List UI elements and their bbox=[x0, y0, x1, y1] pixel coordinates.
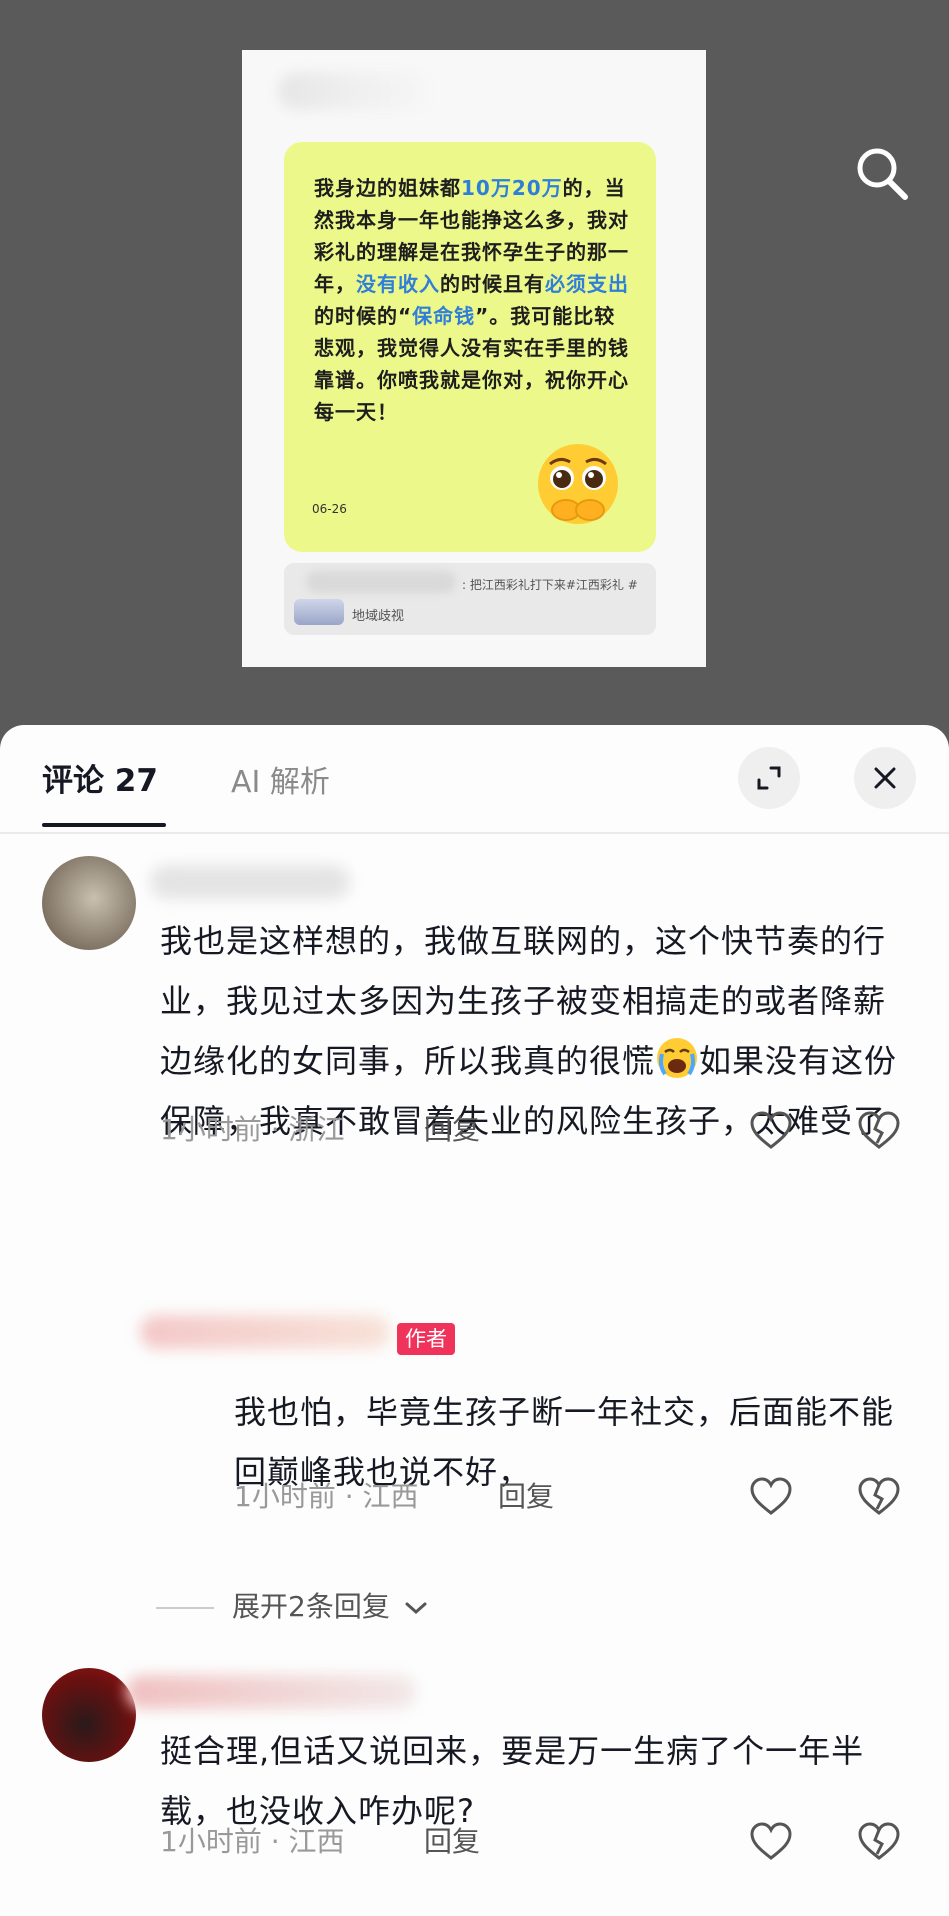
reference-card: : 把江西彩礼打下来#江西彩礼 # 地域歧视 bbox=[284, 563, 656, 635]
reference-tag: 地域歧视 bbox=[352, 609, 405, 624]
expand-replies-label: 展开2条回复 bbox=[232, 1590, 390, 1623]
comment-time: 1小时前 · 江西 bbox=[234, 1480, 419, 1513]
tab-comments[interactable]: 评论 27 bbox=[42, 755, 158, 800]
blurred-username[interactable] bbox=[150, 865, 350, 899]
expand-replies-button[interactable]: 展开2条回复 bbox=[156, 1585, 429, 1625]
dislike-broken-heart-icon[interactable] bbox=[856, 1109, 902, 1151]
avatar[interactable] bbox=[42, 1668, 136, 1762]
post-media[interactable]: 我身边的姐妹都10万20万的，当然我本身一年也能挣这么多，我对彩礼的理解是在我怀… bbox=[0, 0, 949, 730]
search-icon[interactable] bbox=[852, 144, 912, 204]
expand-icon bbox=[757, 766, 781, 790]
like-heart-icon[interactable] bbox=[748, 1820, 794, 1862]
comment-sheet: 评论 27 AI 解析 我也是这样想的，我做互联网的，这个快节奏的行业，我见过太… bbox=[0, 725, 949, 1916]
reply-button[interactable]: 回复 bbox=[424, 1820, 480, 1860]
expand-sheet-button[interactable] bbox=[738, 747, 800, 809]
blurred-username[interactable] bbox=[140, 1315, 390, 1349]
avatar[interactable] bbox=[42, 856, 136, 950]
blurred-reference-name bbox=[306, 571, 456, 593]
chevron-down-icon bbox=[405, 1602, 427, 1615]
like-heart-icon[interactable] bbox=[748, 1475, 794, 1517]
loudly-crying-emoji-icon bbox=[657, 1038, 698, 1078]
dislike-broken-heart-icon[interactable] bbox=[856, 1820, 902, 1862]
comment-time: 1小时前 · 江西 bbox=[160, 1825, 345, 1858]
message-date: 06-26 bbox=[312, 502, 347, 516]
reply-button[interactable]: 回复 bbox=[498, 1475, 554, 1515]
dislike-broken-heart-icon[interactable] bbox=[856, 1475, 902, 1517]
author-badge: 作者 bbox=[397, 1323, 455, 1355]
blurred-username[interactable] bbox=[126, 1675, 416, 1709]
screenshot-card: 我身边的姐妹都10万20万的，当然我本身一年也能挣这么多，我对彩礼的理解是在我怀… bbox=[242, 50, 706, 667]
like-heart-icon[interactable] bbox=[748, 1109, 794, 1151]
expand-line bbox=[156, 1607, 214, 1609]
active-tab-indicator bbox=[42, 823, 166, 827]
message-bubble: 我身边的姐妹都10万20万的，当然我本身一年也能挣这么多，我对彩礼的理解是在我怀… bbox=[284, 142, 656, 552]
reference-thumbnail bbox=[294, 599, 344, 625]
reference-title: : 把江西彩礼打下来#江西彩礼 # bbox=[462, 578, 638, 592]
pleading-face-emoji-icon bbox=[538, 444, 618, 524]
reply-button[interactable]: 回复 bbox=[424, 1108, 480, 1148]
header-divider bbox=[0, 832, 949, 834]
tab-ai-analysis[interactable]: AI 解析 bbox=[231, 757, 330, 801]
message-text: 我身边的姐妹都10万20万的，当然我本身一年也能挣这么多，我对彩礼的理解是在我怀… bbox=[314, 176, 629, 424]
blurred-username bbox=[278, 72, 428, 110]
close-button[interactable] bbox=[854, 747, 916, 809]
comment-time: 1小时前 · 浙江 bbox=[160, 1113, 345, 1146]
close-icon bbox=[874, 767, 896, 789]
